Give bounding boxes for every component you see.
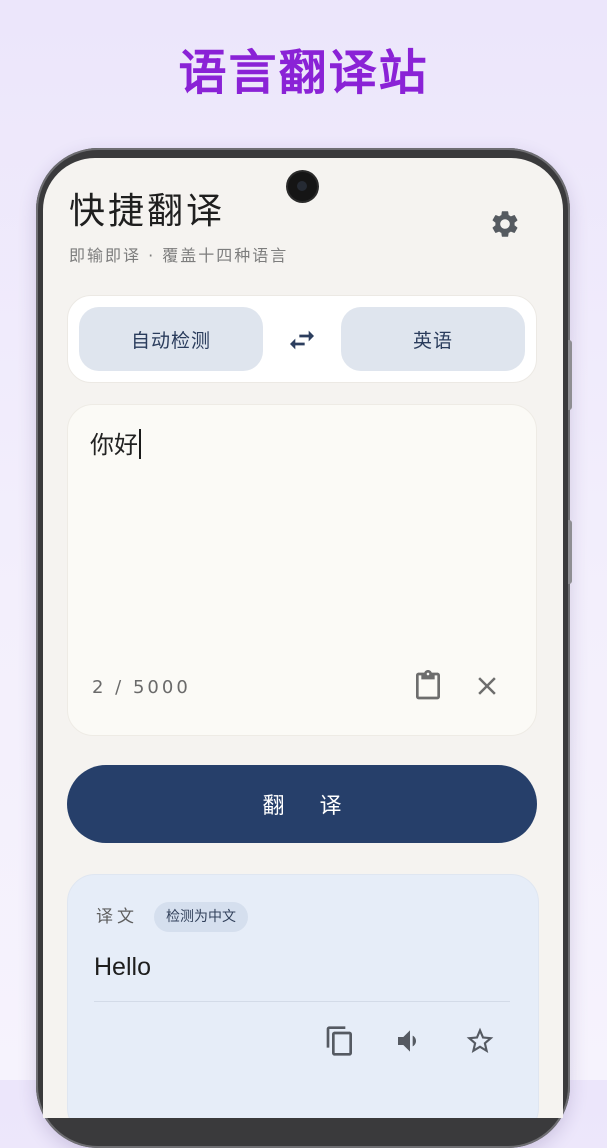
- source-text-input[interactable]: 你好 2 / 5000: [67, 404, 537, 736]
- page-title: 快捷翻译: [69, 191, 226, 232]
- detected-language-badge: 检测为中文: [154, 902, 248, 932]
- language-selector-bar: 自动检测 英语: [67, 295, 537, 383]
- front-camera: [288, 172, 317, 201]
- close-icon[interactable]: [472, 671, 502, 701]
- copy-icon[interactable]: [324, 1025, 356, 1057]
- power-button: [568, 340, 572, 410]
- clipboard-icon[interactable]: [412, 669, 444, 703]
- source-language-button[interactable]: 自动检测: [79, 307, 263, 371]
- translated-text: Hello: [94, 953, 151, 981]
- text-cursor: [139, 429, 141, 459]
- gear-icon[interactable]: [489, 208, 521, 240]
- app-screen: 快捷翻译 即输即译 · 覆盖十四种语言 自动检测 英语 你好 2 / 5000 …: [43, 158, 563, 1118]
- translate-button[interactable]: 翻 译: [67, 765, 537, 843]
- volume-button: [568, 520, 572, 584]
- target-language-button[interactable]: 英语: [341, 307, 525, 371]
- promo-title: 语言翻译站: [178, 45, 429, 101]
- result-label: 译文: [96, 907, 138, 927]
- page-subtitle: 即输即译 · 覆盖十四种语言: [69, 246, 289, 265]
- swap-arrows-icon[interactable]: [286, 324, 318, 356]
- divider: [94, 1001, 510, 1002]
- source-text-value[interactable]: 你好: [90, 427, 141, 463]
- speaker-icon[interactable]: [394, 1025, 426, 1057]
- character-counter: 2 / 5000: [92, 677, 191, 698]
- star-icon[interactable]: [464, 1025, 496, 1057]
- translation-result-card: 译文 检测为中文 Hello: [67, 874, 539, 1118]
